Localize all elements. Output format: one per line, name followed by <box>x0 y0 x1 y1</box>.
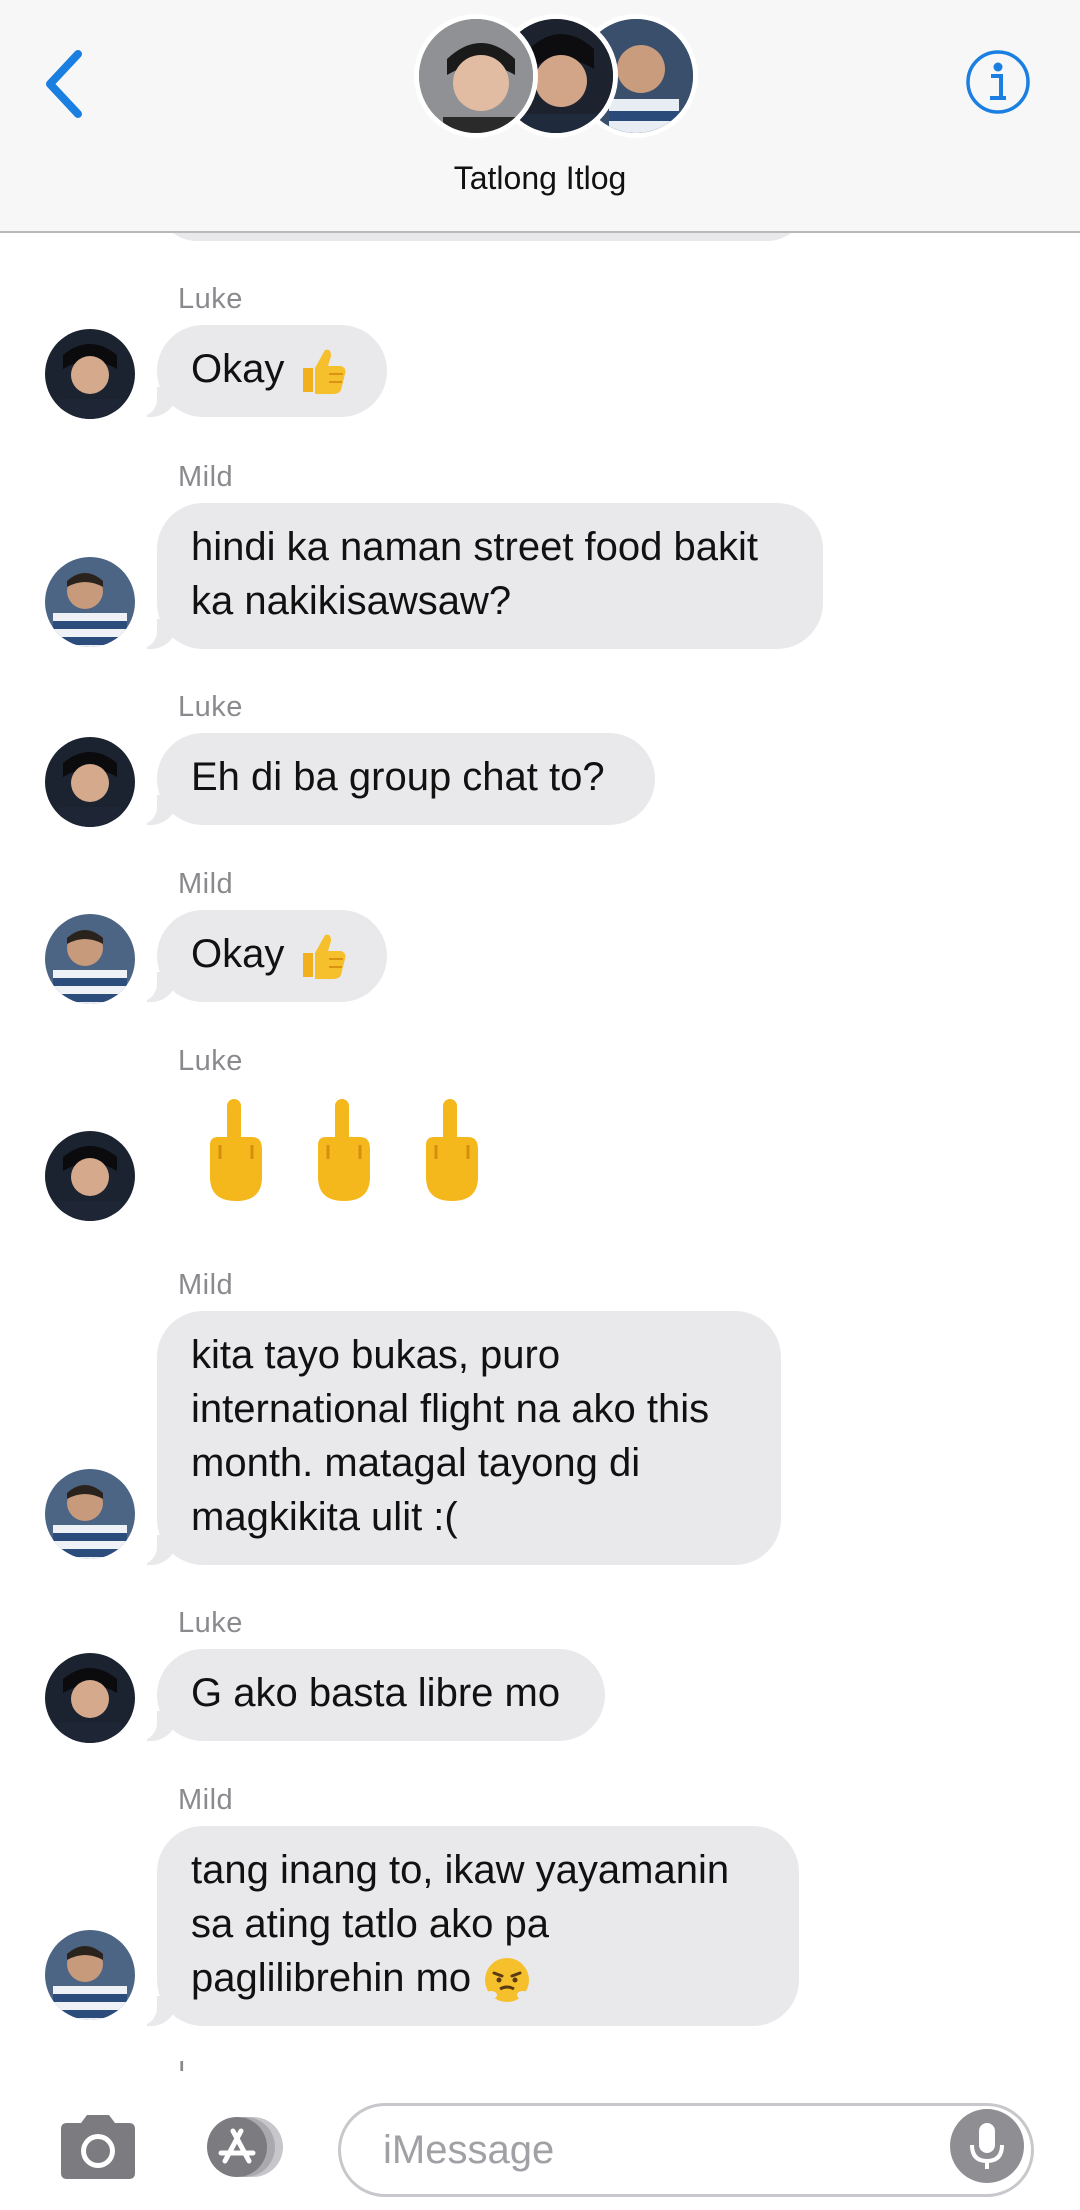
message-bubble[interactable]: tang inang to, ikaw yayamanin sa ating t… <box>157 1826 799 2026</box>
avatar-luke[interactable] <box>45 1653 135 1743</box>
message-line: ka nakikisawsaw? <box>191 574 789 628</box>
thumbs-up-icon <box>295 344 349 398</box>
compose-bar: iMessage <box>0 2071 1080 2210</box>
info-button[interactable] <box>964 48 1032 116</box>
sender-name: Luke <box>178 283 243 316</box>
camera-button[interactable] <box>55 2111 141 2183</box>
message-line: sa ating tatlo ako pa <box>191 1897 765 1951</box>
message-bubble[interactable]: Eh di ba group chat to? <box>157 733 655 825</box>
chevron-left-icon <box>40 48 90 118</box>
message-bubble[interactable]: G ako basta libre mo <box>157 1649 605 1741</box>
avatar-mild[interactable] <box>45 1930 135 2020</box>
thumbs-up-icon <box>295 929 349 983</box>
back-button[interactable] <box>40 48 90 118</box>
conversation-title[interactable]: Tatlong Itlog <box>0 160 1080 197</box>
sender-name: Luke <box>178 1607 243 1640</box>
message-line: international flight na ako this <box>191 1382 747 1436</box>
microphone-icon <box>950 2109 1024 2183</box>
app-store-button[interactable] <box>197 2113 297 2181</box>
message-line: hindi ka naman street food bakit <box>191 520 789 574</box>
sender-name: Mild <box>178 1784 233 1817</box>
sender-name: Mild <box>178 1269 233 1302</box>
message-text: Eh di ba group chat to? <box>191 755 605 799</box>
message-text: G ako basta libre mo <box>191 1671 560 1715</box>
message-bubble[interactable]: Okay <box>157 910 387 1002</box>
message-text: Okay <box>191 347 284 391</box>
message-list[interactable]: Luke Okay Mild <box>0 231 1080 2071</box>
info-icon <box>964 48 1032 116</box>
avatar-luke[interactable] <box>45 329 135 419</box>
next-sender-fragment: L <box>178 2061 258 2071</box>
camera-icon <box>55 2111 141 2183</box>
middle-finger-icon <box>416 1097 486 1205</box>
message-bubble[interactable]: hindi ka naman street food bakit ka naki… <box>157 503 823 649</box>
app-store-icon <box>197 2113 297 2181</box>
avatar-member-1 <box>414 14 538 138</box>
message-line: paglilibrehin mo <box>191 1956 471 2000</box>
avatar-mild[interactable] <box>45 914 135 1004</box>
imessage-input[interactable]: iMessage <box>338 2103 1034 2197</box>
message-line: tang inang to, ikaw yayamanin <box>191 1843 765 1897</box>
avatar-luke[interactable] <box>45 737 135 827</box>
middle-finger-icon <box>200 1097 270 1205</box>
sender-name: Mild <box>178 461 233 494</box>
microphone-button[interactable] <box>950 2109 1024 2183</box>
group-avatar-stack[interactable] <box>414 14 664 146</box>
message-line: month. matagal tayong di <box>191 1436 747 1490</box>
sender-name: Luke <box>178 1045 243 1078</box>
avatar-luke[interactable] <box>45 1131 135 1221</box>
message-line: magkikita ulit :( <box>191 1490 747 1544</box>
message-bubble[interactable]: kita tayo bukas, puro international flig… <box>157 1311 781 1565</box>
message-text: Okay <box>191 932 284 976</box>
avatar-mild[interactable] <box>45 557 135 647</box>
avatar-mild[interactable] <box>45 1469 135 1559</box>
message-line: kita tayo bukas, puro <box>191 1328 747 1382</box>
sender-name: Mild <box>178 868 233 901</box>
middle-finger-icon <box>308 1097 378 1205</box>
sender-name: Luke <box>178 691 243 724</box>
message-bubble[interactable]: Okay <box>157 325 387 417</box>
emoji-message[interactable] <box>200 1097 520 1207</box>
huffing-face-icon <box>482 1955 532 2005</box>
conversation-header: Tatlong Itlog <box>0 0 1080 233</box>
